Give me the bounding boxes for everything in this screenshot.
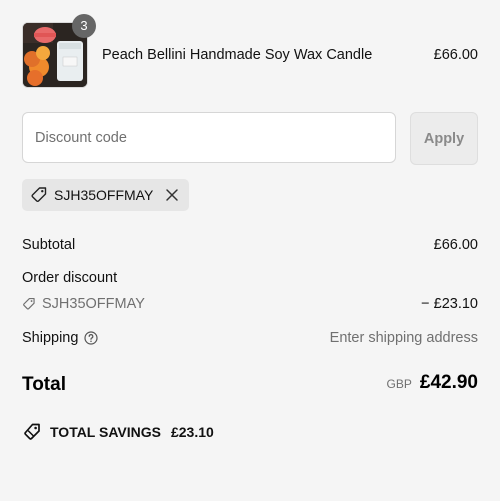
discount-code-row: SJH35OFFMAY − £23.10 (22, 296, 478, 312)
product-name: Peach Bellini Handmade Soy Wax Candle (102, 47, 373, 63)
close-icon[interactable] (165, 188, 179, 202)
discount-code-input[interactable] (22, 112, 396, 163)
quantity-badge: 3 (72, 14, 96, 38)
apply-button[interactable]: Apply (410, 112, 478, 165)
subtotal-label: Subtotal (22, 237, 76, 253)
applied-discount-code: SJH35OFFMAY (54, 187, 154, 203)
subtotal-value: £66.00 (433, 237, 478, 253)
total-amount: £42.90 (419, 372, 478, 393)
total-savings: TOTAL SAVINGS £23.10 (22, 422, 214, 442)
applied-discount-chip: SJH35OFFMAY (22, 179, 190, 211)
product-price: £66.00 (433, 47, 478, 63)
subtotal-row: Subtotal £66.00 (22, 237, 478, 253)
tag-icon (22, 297, 36, 311)
question-circle-icon[interactable] (84, 331, 99, 345)
line-item: 3 Peach Bellini Handmade Soy Wax Candle … (22, 14, 478, 88)
order-discount-label: Order discount (22, 270, 118, 286)
shipping-value: Enter shipping address (329, 330, 478, 346)
savings-tag-icon (22, 422, 42, 442)
order-discount-row: Order discount (22, 270, 478, 286)
currency-code: GBP (386, 377, 412, 391)
discount-code-label: SJH35OFFMAY (42, 296, 145, 312)
tag-icon (30, 186, 48, 204)
savings-label: TOTAL SAVINGS (50, 424, 161, 440)
shipping-row: Shipping Enter shipping address (22, 330, 478, 346)
discount-amount: − £23.10 (421, 296, 478, 312)
shipping-label: Shipping (22, 330, 79, 346)
savings-amount: £23.10 (170, 424, 214, 440)
order-summary: 3 Peach Bellini Handmade Soy Wax Candle … (0, 0, 500, 501)
total-amount-group: GBP £42.90 (387, 372, 478, 394)
total-row: Total GBP £42.90 (22, 372, 478, 400)
discount-form: Apply (22, 112, 478, 165)
total-label: Total (22, 374, 66, 395)
